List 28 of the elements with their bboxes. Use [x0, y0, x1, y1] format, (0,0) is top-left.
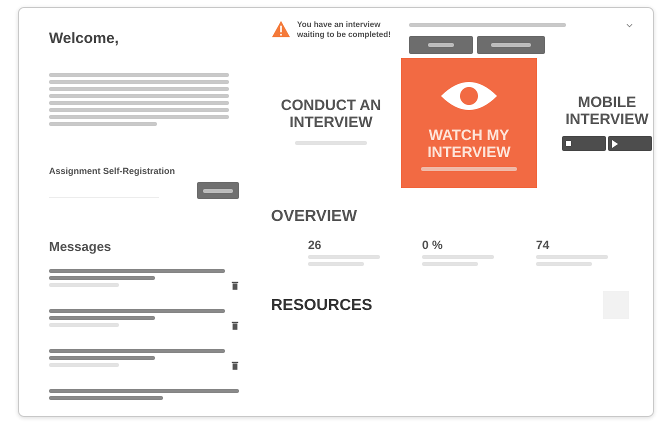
action-button[interactable] — [409, 36, 473, 54]
stat-value: 74 — [536, 238, 550, 252]
play-icon — [612, 140, 618, 148]
tile-title: MOBILE INTERVIEW — [564, 95, 650, 128]
trash-icon[interactable] — [231, 360, 239, 370]
warning-icon — [271, 20, 291, 38]
trash-icon[interactable] — [231, 280, 239, 290]
tile-title: WATCH MY INTERVIEW — [426, 128, 512, 161]
stat-value: 26 — [308, 238, 322, 252]
message-item[interactable] — [49, 306, 239, 330]
message-item[interactable] — [49, 386, 239, 403]
message-item[interactable] — [49, 346, 239, 370]
register-button[interactable] — [197, 182, 239, 199]
tile-title[interactable]: CONDUCT AN INTERVIEW — [271, 98, 391, 131]
messages-heading: Messages — [49, 239, 112, 254]
overview-heading: OVERVIEW — [271, 208, 358, 226]
alert-text: You have an interview waiting to be completed! — [297, 20, 392, 41]
message-item[interactable] — [49, 266, 239, 290]
app-store-button[interactable] — [562, 136, 606, 151]
stat-value: 0 % — [422, 238, 444, 252]
welcome-heading: Welcome, — [49, 30, 120, 47]
self-registration-label: Assignment Self-Registration — [49, 166, 176, 176]
app-store-button[interactable] — [608, 136, 652, 151]
chevron-icon[interactable] — [626, 22, 633, 28]
action-button[interactable] — [477, 36, 545, 54]
trash-icon[interactable] — [231, 320, 239, 330]
dropdown-field[interactable] — [409, 20, 633, 30]
resources-heading: RESOURCES — [271, 297, 372, 315]
